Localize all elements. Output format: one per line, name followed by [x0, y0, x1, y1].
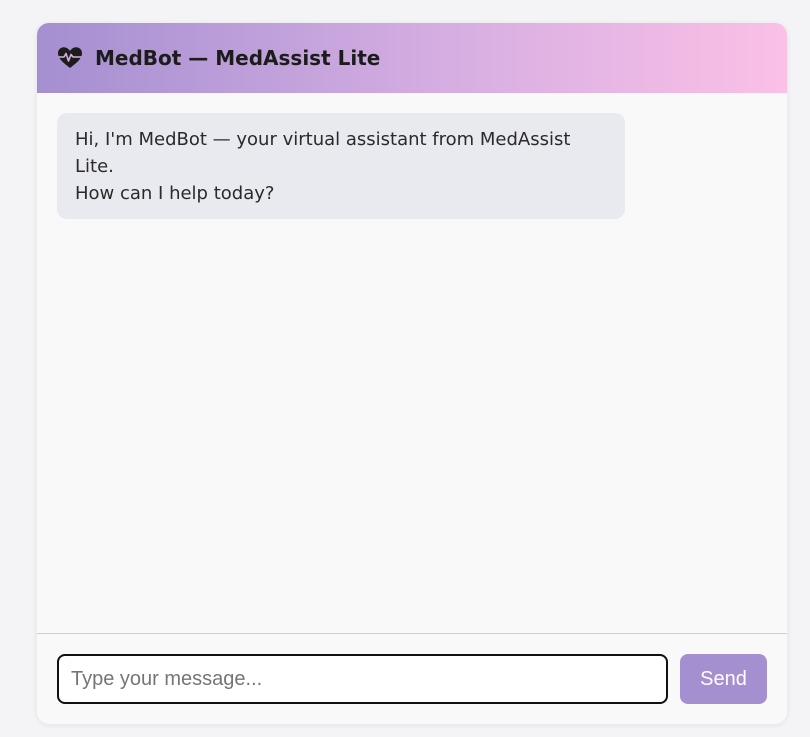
message-line: How can I help today? — [75, 183, 275, 204]
chat-title: MedBot — MedAssist Lite — [95, 46, 381, 70]
heart-pulse-icon — [57, 46, 83, 70]
send-button[interactable]: Send — [680, 654, 767, 704]
message-list: Hi, I'm MedBot — your virtual assistant … — [37, 93, 787, 633]
chat-window: MedBot — MedAssist Lite Hi, I'm MedBot —… — [37, 23, 787, 724]
chat-header: MedBot — MedAssist Lite — [37, 23, 787, 93]
bot-message: Hi, I'm MedBot — your virtual assistant … — [57, 113, 625, 219]
message-line: Hi, I'm MedBot — your virtual assistant … — [75, 129, 571, 177]
message-input[interactable] — [57, 654, 668, 704]
message-composer: Send — [37, 633, 787, 724]
